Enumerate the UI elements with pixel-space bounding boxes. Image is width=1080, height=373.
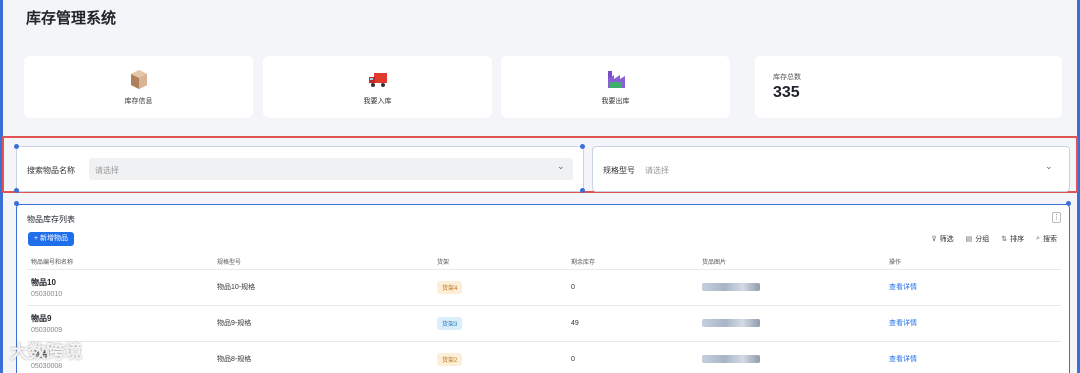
- filter-button[interactable]: ⊽ 筛选: [931, 234, 953, 244]
- add-item-button[interactable]: + 新增物品: [28, 232, 75, 246]
- factory-icon: [607, 71, 625, 88]
- shelf-tag: 货架3: [437, 316, 463, 330]
- spec-filter[interactable]: 规格型号 请选择 ⌄: [592, 146, 1070, 192]
- column-header[interactable]: 操作: [885, 255, 1061, 270]
- item-code: 05030009: [31, 326, 63, 334]
- view-details-link[interactable]: 查看详情: [889, 284, 917, 291]
- inventory-table: 物品编号和名称 规格型号 货架 剩余库存 货品图片 操作 物品10 0503001…: [27, 255, 1061, 373]
- total-value: 335: [773, 84, 800, 101]
- item-spec: 物品8-规格: [213, 341, 433, 373]
- item-stock: 0: [567, 269, 698, 306]
- filter-label: 规格型号: [603, 166, 635, 175]
- page-title: 库存管理系统: [26, 10, 117, 27]
- sort-icon: ⇅: [1001, 236, 1008, 243]
- column-header[interactable]: 剩余库存: [567, 255, 698, 270]
- view-details-link[interactable]: 查看详情: [889, 356, 917, 363]
- item-image[interactable]: [702, 283, 760, 291]
- filter-label: 搜索物品名称: [27, 166, 75, 175]
- item-name: 物品10: [31, 277, 56, 287]
- inventory-list-card: 物品库存列表 ⋮ + 新增物品 ⊽ 筛选 ▤ 分组 ⇅ 排序 ⌕ 搜索 物品编号和名称 …: [16, 204, 1070, 373]
- table-row[interactable]: 物品10 05030010 物品10-规格 货架4 0 查看详情: [27, 269, 1061, 306]
- quick-action-stock-out[interactable]: 我要出库: [501, 56, 730, 118]
- list-toolbar: ⊽ 筛选 ▤ 分组 ⇅ 排序 ⌕ 搜索: [931, 234, 1057, 244]
- column-header[interactable]: 物品编号和名称: [27, 255, 213, 270]
- item-name-filter[interactable]: 搜索物品名称 请选择 ⌄: [16, 146, 584, 192]
- table-row[interactable]: 物品9 05030009 物品9-规格 货架3 49 查看详情: [27, 305, 1061, 342]
- column-header[interactable]: 规格型号: [213, 255, 433, 270]
- total-label: 库存总数: [773, 74, 801, 81]
- item-stock: 49: [567, 305, 698, 342]
- shelf-tag: 货架4: [437, 280, 463, 294]
- quick-action-label: 我要出库: [601, 98, 630, 105]
- quick-action-stock-in[interactable]: 我要入库: [263, 56, 492, 118]
- item-name-select[interactable]: 请选择: [89, 158, 573, 180]
- list-title: 物品库存列表: [27, 215, 75, 224]
- item-name: 物品9: [31, 313, 52, 323]
- resize-handle[interactable]: [580, 188, 585, 193]
- quick-action-label: 库存信息: [124, 98, 153, 105]
- column-header[interactable]: 货架: [433, 255, 567, 270]
- item-spec: 物品9-规格: [213, 305, 433, 342]
- truck-icon: [368, 73, 387, 87]
- view-details-link[interactable]: 查看详情: [889, 320, 917, 327]
- resize-handle[interactable]: [580, 144, 585, 149]
- table-row[interactable]: 物品8 05030008 物品8-规格 货架2 0 查看详情: [27, 341, 1061, 373]
- item-image[interactable]: [702, 355, 760, 363]
- item-spec: 物品10-规格: [213, 269, 433, 306]
- search-icon: ⌕: [1036, 235, 1040, 242]
- resize-handle[interactable]: [14, 144, 19, 149]
- item-code: 05030010: [31, 290, 63, 298]
- quick-action-inventory[interactable]: 库存信息: [24, 56, 253, 118]
- quick-action-label: 我要入库: [363, 98, 392, 105]
- sort-button[interactable]: ⇅ 排序: [1001, 234, 1024, 244]
- table-header-row: 物品编号和名称 规格型号 货架 剩余库存 货品图片 操作: [27, 255, 1061, 270]
- chevron-down-icon[interactable]: ⌄: [557, 161, 565, 172]
- spec-select[interactable]: 请选择: [639, 158, 1039, 180]
- box-icon: [130, 70, 147, 89]
- item-stock: 0: [567, 341, 698, 373]
- search-button[interactable]: ⌕ 搜索: [1036, 234, 1057, 244]
- chevron-down-icon[interactable]: ⌄: [1045, 161, 1053, 172]
- shelf-tag: 货架2: [437, 352, 463, 366]
- filter-icon: ⊽: [931, 236, 937, 243]
- item-image[interactable]: [702, 319, 760, 327]
- group-icon: ▤: [965, 236, 973, 243]
- watermark: 大数跨境: [10, 342, 82, 362]
- inventory-total-card: 库存总数 335: [755, 56, 1062, 118]
- column-header[interactable]: 货品图片: [698, 255, 885, 270]
- more-menu-icon[interactable]: ⋮: [1052, 212, 1061, 223]
- group-button[interactable]: ▤ 分组: [966, 234, 990, 244]
- resize-handle[interactable]: [14, 188, 19, 193]
